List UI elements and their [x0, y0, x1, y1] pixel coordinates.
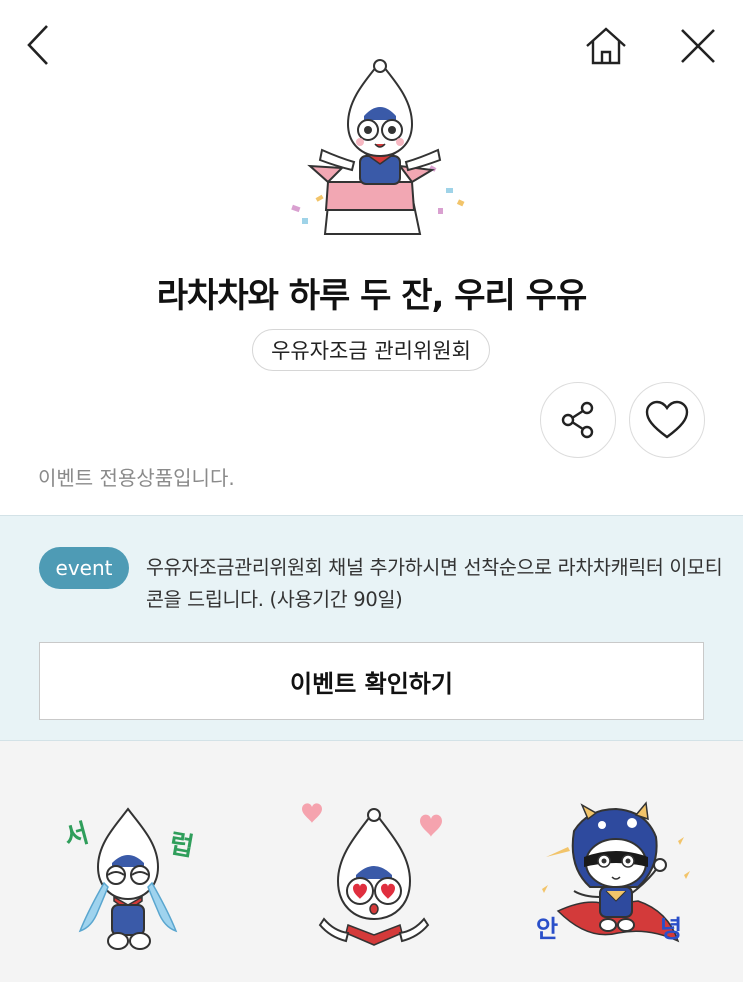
back-button[interactable]: [18, 20, 58, 70]
heart-icon: [645, 400, 689, 439]
crying-sticker[interactable]: 서 럽: [58, 801, 208, 961]
event-description: 우유자조금관리위원회 채널 추가하시면 선착순으로 라차차캐릭터 이모티콘을 드…: [146, 556, 723, 611]
close-icon: [681, 29, 715, 63]
event-panel: event 우유자조금관리위원회 채널 추가하시면 선착순으로 라차차캐릭터 이…: [0, 515, 743, 741]
event-only-notice: 이벤트 전용상품입니다.: [38, 466, 235, 490]
home-button[interactable]: [580, 22, 632, 70]
like-button[interactable]: [629, 382, 705, 458]
share-icon: [561, 401, 594, 439]
chevron-left-icon: [27, 25, 48, 65]
main-character-illustration: [280, 58, 480, 240]
seller-button[interactable]: 우유자조금 관리위원회: [252, 329, 490, 371]
share-button[interactable]: [540, 382, 616, 458]
heart-eyes-sticker[interactable]: [294, 799, 454, 979]
event-check-button[interactable]: 이벤트 확인하기: [39, 642, 704, 720]
product-title: 라차차와 하루 두 잔, 우리 우유: [156, 276, 587, 316]
sticker-caption-right: 녕: [660, 915, 683, 943]
event-badge: event: [39, 547, 129, 589]
sticker-preview-area: 서 럽 안 녕: [0, 741, 743, 982]
home-icon: [586, 27, 626, 65]
hero-sticker[interactable]: 안 녕: [528, 801, 698, 971]
sticker-caption-left: 안: [536, 915, 559, 943]
close-button[interactable]: [676, 24, 720, 68]
